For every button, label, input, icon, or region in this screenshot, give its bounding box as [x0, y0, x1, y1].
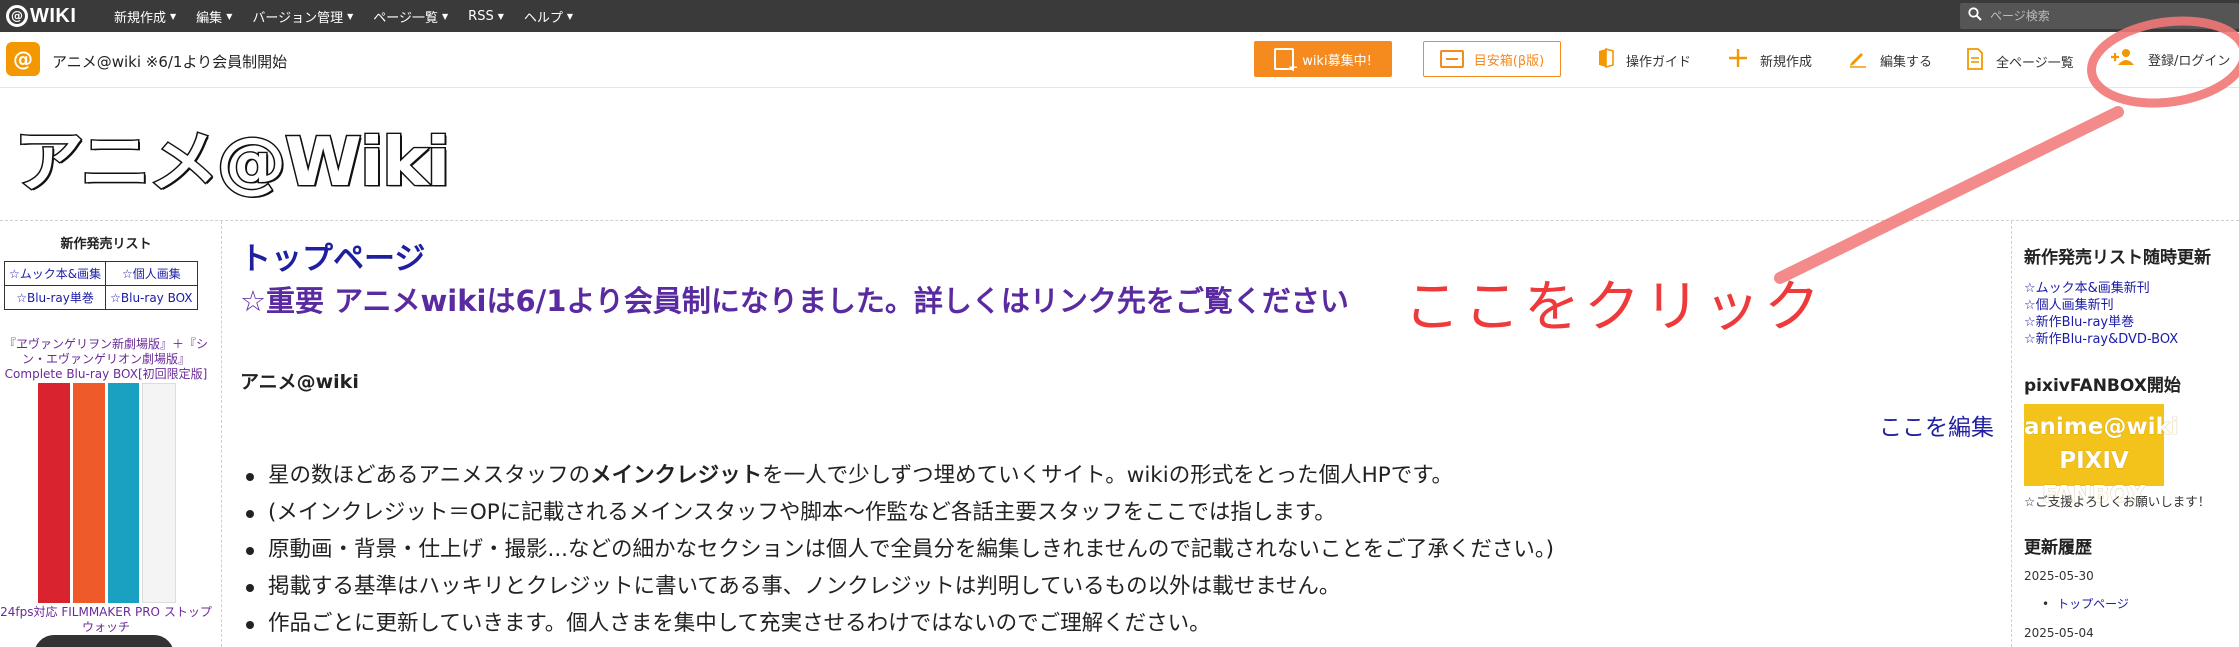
sidebar-title: 新作発売リスト: [60, 237, 152, 252]
release-link-bluray-box[interactable]: ☆Blu-ray BOX: [105, 285, 198, 310]
page-root: @ WIKI 新規作成 ▼ 編集 ▼ バージョン管理 ▼ ページ一覧 ▼ RSS ▼ ヘル…: [0, 0, 2239, 647]
wiki-recruit-button[interactable]: wiki募集中!: [1254, 41, 1392, 77]
anime-wiki-logo[interactable]: アニメ@Wiki: [13, 123, 452, 202]
caret-down-icon: ▼: [566, 11, 574, 21]
right-sidebar: 新作発売リスト随時更新 ☆ムック本&画集新刊 ☆個人画集新刊 ☆新作Blu-ra…: [2011, 221, 2239, 647]
bluray-box-image[interactable]: [38, 383, 176, 603]
box-spine: [107, 383, 140, 603]
logo-part: アニメ: [13, 123, 221, 202]
at-logo-icon: @: [6, 5, 28, 27]
site-title[interactable]: アニメ@wiki ※6/1より会員制開始: [52, 51, 287, 72]
page-title: トップページ: [240, 241, 426, 277]
list-text: 掲載する基準はハッキリとクレジットに書いてある事、ノンクレジットは判明しているも…: [268, 574, 1341, 599]
nav-label: 新規作成: [1760, 55, 1813, 70]
top-menu-bar: @ WIKI 新規作成 ▼ 編集 ▼ バージョン管理 ▼ ページ一覧 ▼ RSS ▼ ヘル…: [0, 0, 2239, 32]
sidebar-heading: 新作発売リスト随時更新: [2024, 248, 2211, 268]
stopwatch-image[interactable]: [34, 635, 174, 647]
menu-new[interactable]: 新規作成 ▼: [104, 0, 186, 32]
document-icon: [1966, 48, 1984, 75]
divider: [0, 220, 2239, 221]
add-user-icon: [2110, 48, 2136, 71]
caret-down-icon: ▼: [347, 11, 354, 21]
release-link-bluray[interactable]: ☆Blu-ray単巻: [3, 285, 107, 310]
logo-part: @Wiki: [215, 123, 452, 202]
banner-text: anime@wiki: [2024, 414, 2179, 440]
sidebar-heading: 更新履歴: [2024, 538, 2092, 558]
menu-label: RSS: [468, 8, 494, 24]
nav-label: 全ページ一覧: [1996, 56, 2074, 71]
list-text: 原動画・背景・仕上げ・撮影...などの細かなセクションは個人で全員分を編集しきれ…: [268, 537, 1555, 562]
caret-down-icon: ▼: [226, 11, 233, 21]
product-link[interactable]: 24fps対応 FILMMAKER PRO ストップウォッチ: [0, 605, 212, 635]
box-icon: [1439, 50, 1464, 68]
menu-rss[interactable]: RSS ▼: [458, 0, 514, 32]
menu-page-list[interactable]: ページ一覧 ▼: [363, 0, 458, 32]
search-icon[interactable]: [1968, 7, 1984, 25]
menu-help[interactable]: ヘルプ ▼: [514, 0, 583, 32]
book-icon: [1598, 47, 1614, 73]
release-link-mook[interactable]: ☆ムック本&画集: [3, 261, 107, 286]
menu-label: 編集: [196, 10, 223, 26]
box-spine: [38, 383, 70, 603]
release-link[interactable]: ☆新作Blu-ray&DVD-BOX: [2024, 328, 2178, 347]
list-item: 掲載する基準はハッキリとクレジットに書いてある事、ノンクレジットは判明しているも…: [244, 568, 2004, 605]
left-sidebar: 新作発売リスト ☆ムック本&画集 ☆個人画集 ☆Blu-ray単巻 ☆Blu-r…: [0, 221, 222, 647]
list-text: 星の数ほどあるアニメスタッフの: [268, 463, 591, 488]
notice-link[interactable]: ☆重要 アニメwikiは6/1より会員制になりました。詳しくはリンク先をご覧くだ…: [240, 278, 1349, 320]
list-text: を一人で少しずつ埋めていくサイト。wikiの形式をとった個人HPです。: [762, 463, 1454, 488]
menu-label: 新規作成: [114, 10, 167, 26]
button-label: wiki募集中!: [1302, 53, 1372, 69]
caret-down-icon: ▼: [497, 11, 504, 21]
menu-version[interactable]: バージョン管理 ▼: [242, 0, 363, 32]
site-header: @ アニメ@wiki ※6/1より会員制開始 wiki募集中! 目安箱(β版) …: [0, 32, 2239, 88]
promo-link[interactable]: 『ヱヴァンゲリヲン新劇場版』＋『シン・エヴァンゲリオン劇場版』Complete …: [0, 337, 212, 382]
sidebar-heading: pixivFANBOX開始: [2024, 376, 2181, 396]
menu-label: バージョン管理: [252, 10, 344, 26]
site-logo-icon[interactable]: @: [6, 42, 40, 76]
menu-label: ページ一覧: [373, 10, 438, 26]
nav-guide[interactable]: 操作ガイド: [1598, 47, 1692, 73]
release-link-artbook[interactable]: ☆個人画集: [105, 261, 198, 286]
fanbox-caption: ☆ご支援よろしくお願いします！: [2024, 494, 2211, 509]
nav-new-page[interactable]: 新規作成: [1728, 48, 1812, 73]
list-text-bold: メインクレジット: [590, 463, 763, 488]
box-spine: [142, 383, 176, 603]
caret-down-icon: ▼: [442, 11, 449, 21]
history-date: 2025-05-30: [2024, 569, 2094, 583]
list-item: 星の数ほどあるアニメスタッフのメインクレジットを一人で少しずつ埋めていくサイト。…: [244, 457, 2004, 494]
nav-label: 編集する: [1880, 55, 1933, 70]
description-list: 星の数ほどあるアニメスタッフのメインクレジットを一人で少しずつ埋めていくサイト。…: [244, 457, 2004, 642]
list-text: (メインクレジット＝OPに記載されるメインスタッフや脚本〜作監など各話主要スタッ…: [268, 500, 1336, 525]
menu-label: ヘルプ: [523, 10, 563, 26]
plus-icon: [1728, 48, 1748, 73]
nav-edit[interactable]: 編集する: [1848, 48, 1932, 73]
search-box: [1960, 3, 2239, 29]
edit-here-link[interactable]: ここを編集: [1879, 408, 1994, 442]
list-text: 作品ごとに更新していきます。個人さまを集中して充実させるわけではないのでご理解く…: [268, 611, 1211, 636]
atwiki-logo[interactable]: @ WIKI: [0, 0, 104, 32]
fanbox-banner[interactable]: anime@wiki PIXIV FANBOX: [2024, 404, 2179, 508]
list-item: 原動画・背景・仕上げ・撮影...などの細かなセクションは個人で全員分を編集しきれ…: [244, 531, 2004, 568]
search-input[interactable]: [1990, 9, 2230, 23]
caret-down-icon: ▼: [170, 11, 177, 21]
history-link[interactable]: トップページ: [2042, 595, 2129, 612]
nav-register-login[interactable]: 登録/ログイン: [2110, 48, 2230, 71]
nav-all-pages[interactable]: 全ページ一覧: [1966, 48, 2074, 75]
nav-label: 操作ガイド: [1626, 55, 1692, 70]
pencil-icon: [1848, 48, 1868, 73]
suggestion-box-button[interactable]: 目安箱(β版): [1423, 41, 1561, 77]
list-item: 作品ごとに更新していきます。個人さまを集中して充実させるわけではないのでご理解く…: [244, 605, 2004, 642]
new-page-icon: [1274, 48, 1298, 74]
button-label: 目安箱(β版): [1473, 53, 1545, 69]
menu-edit[interactable]: 編集 ▼: [186, 0, 242, 32]
box-spine: [72, 383, 105, 603]
section-heading: アニメ@wiki: [240, 371, 359, 393]
list-item: (メインクレジット＝OPに記載されるメインスタッフや脚本〜作監など各話主要スタッ…: [244, 494, 2004, 531]
annotation-text: ここをクリック: [1404, 275, 1824, 340]
nav-label: 登録/ログイン: [2148, 54, 2231, 69]
logo-text: WIKI: [30, 4, 77, 27]
release-list-table: ☆ムック本&画集 ☆個人画集 ☆Blu-ray単巻 ☆Blu-ray BOX: [3, 261, 198, 310]
history-date: 2025-05-04: [2024, 626, 2094, 640]
